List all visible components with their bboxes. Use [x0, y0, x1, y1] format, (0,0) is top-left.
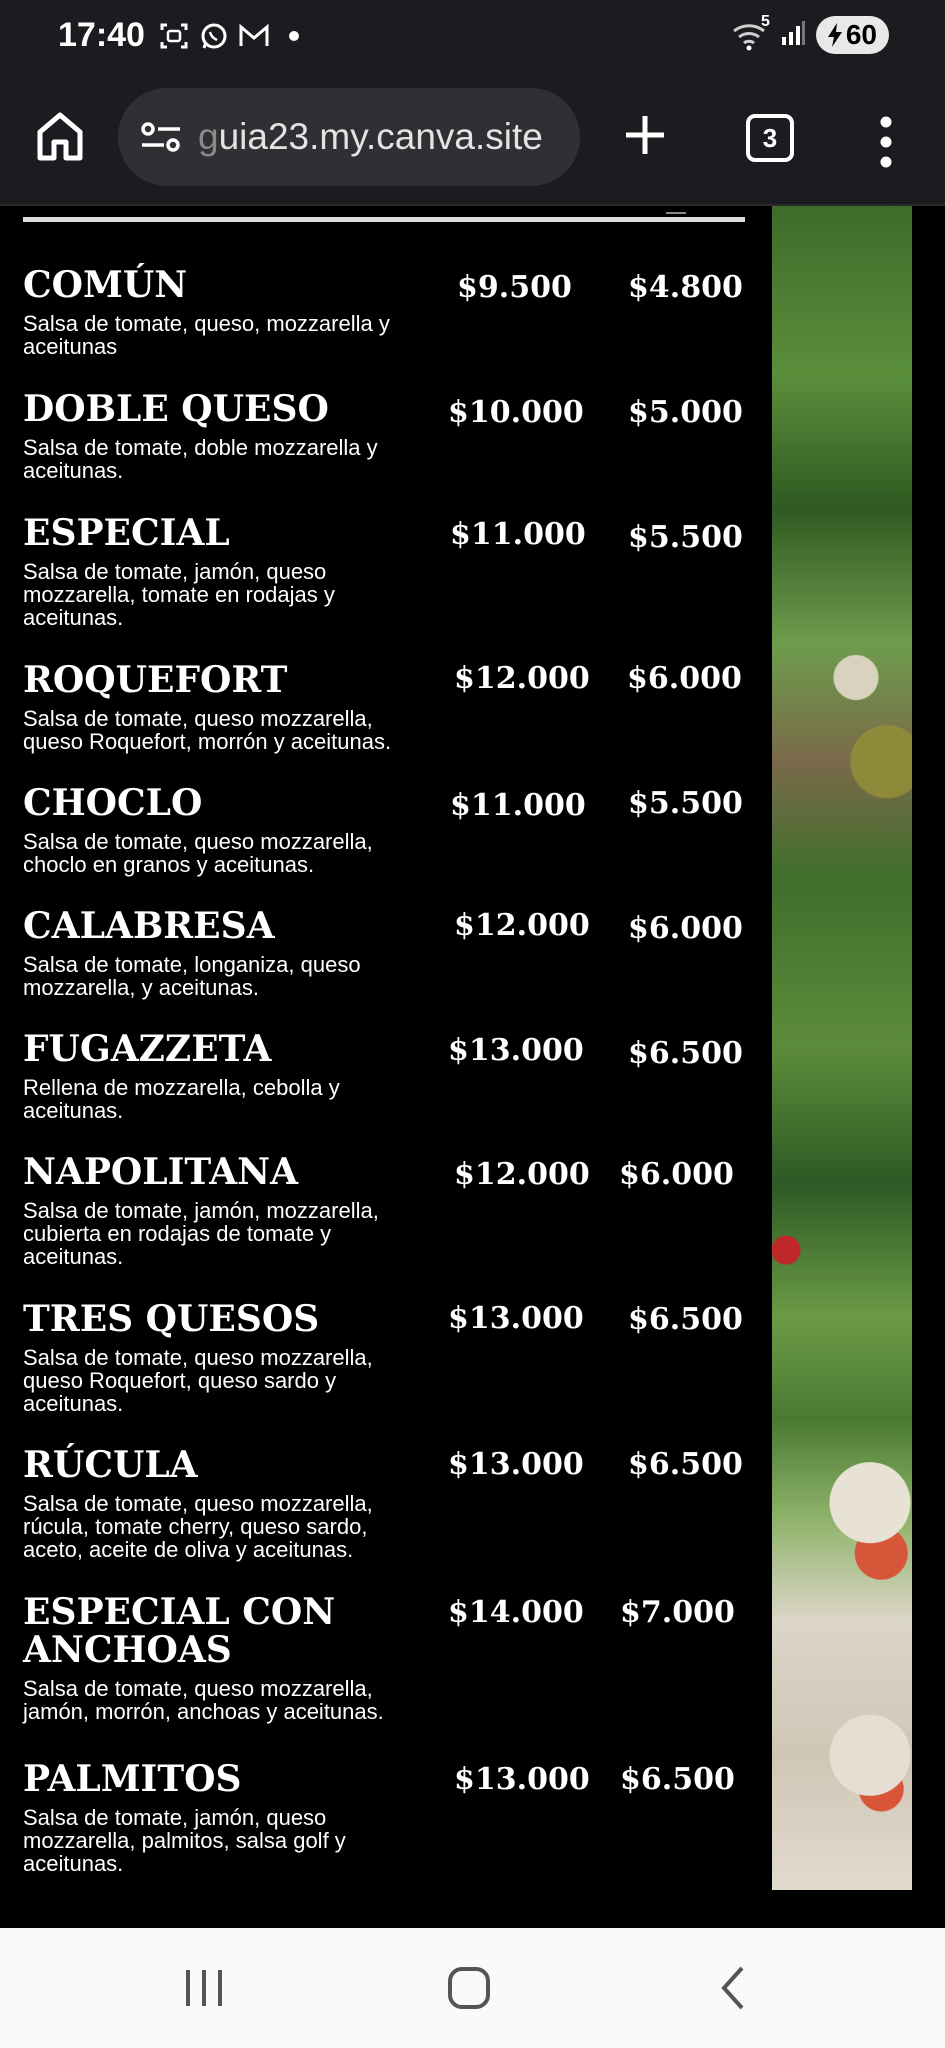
item-price-half: $7.000 — [620, 1595, 735, 1630]
menu-item: ESPECIAL Salsa de tomate, jamón, queso m… — [23, 514, 763, 629]
pizza-photo — [772, 206, 912, 1890]
whatsapp-icon — [198, 20, 230, 52]
battery-indicator: 60 — [815, 16, 889, 54]
url-fade: g — [198, 116, 219, 157]
item-price-half: $6.500 — [628, 1447, 743, 1482]
gmail-icon — [238, 20, 270, 52]
item-name: DOBLE QUESO — [23, 388, 329, 430]
item-price-half: $6.000 — [627, 661, 742, 696]
header-rule — [23, 217, 745, 222]
home-button[interactable] — [36, 110, 84, 166]
system-status: 5 60 — [732, 13, 889, 54]
menu-item: CHOCLO Salsa de tomate, queso mozzarella… — [23, 784, 763, 876]
item-price-half: $6.500 — [628, 1036, 743, 1071]
notification-icons — [158, 20, 310, 52]
item-description: Salsa de tomate, queso mozzarella, queso… — [23, 706, 392, 754]
item-price-full: $12.000 — [454, 908, 590, 943]
android-nav-bar — [0, 1928, 945, 2048]
item-name: COMÚN — [23, 264, 188, 306]
menu-item: ESPECIAL CON ANCHOAS Salsa de tomate, qu… — [23, 1593, 763, 1723]
tab-switcher-button[interactable]: 3 — [746, 114, 794, 162]
item-price-full: $11.000 — [450, 517, 586, 552]
home-icon — [448, 1967, 490, 2009]
battery-level: 60 — [845, 19, 877, 50]
menu-item: RÚCULA Salsa de tomate, queso mozzarella… — [23, 1446, 763, 1561]
item-name: CALABRESA — [23, 905, 275, 947]
header-rule-mark — [666, 206, 686, 214]
item-description: Salsa de tomate, queso mozzarella, jamón… — [23, 1676, 384, 1724]
menu-item: COMÚN Salsa de tomate, queso, mozzarella… — [23, 266, 763, 358]
address-bar[interactable]: guia23.my.canva.site — [118, 88, 580, 186]
item-price-half: $6.000 — [619, 1157, 734, 1192]
recents-icon — [186, 1970, 222, 2006]
signal-icon — [780, 19, 806, 52]
item-name: RÚCULA — [23, 1444, 198, 1486]
back-button[interactable] — [716, 1964, 750, 2017]
item-name: ESPECIAL — [23, 512, 230, 554]
item-price-half: $6.500 — [620, 1762, 735, 1797]
plus-icon — [626, 116, 664, 154]
item-name: ESPECIAL CON ANCHOAS — [23, 1591, 336, 1671]
menu-item: ROQUEFORT Salsa de tomate, queso mozzare… — [23, 661, 763, 753]
dot-icon — [278, 20, 310, 52]
item-price-full: $13.000 — [448, 1447, 584, 1482]
item-description: Salsa de tomate, queso mozzarella, queso… — [23, 1345, 373, 1416]
menu-item: PALMITOS Salsa de tomate, jamón, queso m… — [23, 1760, 763, 1875]
item-price-full: $12.000 — [454, 661, 590, 696]
item-price-full: $11.000 — [450, 788, 586, 823]
pizza-menu: COMÚN Salsa de tomate, queso, mozzarella… — [0, 206, 945, 1928]
home-nav-button[interactable] — [446, 1964, 492, 2017]
item-name: FUGAZZETA — [23, 1028, 272, 1070]
browser-toolbar: guia23.my.canva.site 3 — [0, 76, 945, 206]
item-price-half: $4.800 — [628, 270, 743, 305]
item-price-full: $13.000 — [448, 1301, 584, 1336]
charging-icon — [827, 23, 842, 47]
more-vert-icon — [880, 116, 892, 168]
item-description: Salsa de tomate, queso mozzarella, chocl… — [23, 829, 373, 877]
status-time: 17:40 — [58, 16, 145, 54]
wifi-icon: 5 — [732, 13, 770, 51]
new-tab-button[interactable] — [620, 110, 670, 160]
item-name: PALMITOS — [23, 1758, 242, 1800]
item-description: Salsa de tomate, jamón, queso mozzarella… — [23, 1805, 346, 1876]
item-price-full: $10.000 — [448, 395, 584, 430]
item-price-full: $9.500 — [457, 270, 572, 305]
item-name: ROQUEFORT — [23, 659, 288, 701]
item-description: Salsa de tomate, doble mozzarella y acei… — [23, 435, 378, 483]
screenshot-icon — [158, 20, 190, 52]
item-description: Salsa de tomate, queso mozzarella, rúcul… — [23, 1491, 373, 1562]
item-price-full: $14.000 — [448, 1595, 584, 1630]
menu-item: NAPOLITANA Salsa de tomate, jamón, mozza… — [23, 1153, 763, 1268]
item-price-full: $12.000 — [454, 1157, 590, 1192]
recents-button[interactable] — [184, 1964, 224, 2017]
url: uia23.my.canva.site — [218, 116, 543, 157]
item-price-half: $5.500 — [628, 520, 743, 555]
back-icon — [721, 1966, 744, 2010]
item-description: Salsa de tomate, longaniza, queso mozzar… — [23, 952, 361, 1000]
item-price-full: $13.000 — [454, 1762, 590, 1797]
tab-count: 3 — [762, 122, 778, 153]
item-price-half: $5.500 — [628, 786, 743, 821]
menu-item: TRES QUESOS Salsa de tomate, queso mozza… — [23, 1300, 763, 1415]
item-name: CHOCLO — [23, 782, 203, 824]
item-price-full: $13.000 — [448, 1033, 584, 1068]
menu-item: CALABRESA Salsa de tomate, longaniza, qu… — [23, 907, 763, 999]
item-description: Salsa de tomate, queso, mozzarella y ace… — [23, 311, 390, 359]
home-icon — [37, 112, 83, 161]
url-text: guia23.my.canva.site — [198, 116, 543, 158]
item-price-half: $5.000 — [628, 395, 743, 430]
browser-menu-button[interactable] — [872, 112, 900, 172]
item-name: TRES QUESOS — [23, 1298, 320, 1340]
item-price-half: $6.000 — [628, 911, 743, 946]
menu-item: FUGAZZETA Rellena de mozzarella, cebolla… — [23, 1030, 763, 1122]
site-settings-icon[interactable] — [138, 114, 184, 160]
item-description: Salsa de tomate, jamón, queso mozzarella… — [23, 559, 335, 630]
item-price-half: $6.500 — [628, 1302, 743, 1337]
item-description: Rellena de mozzarella, cebolla y aceitun… — [23, 1075, 340, 1123]
wifi-label: 5 — [760, 13, 770, 30]
item-description: Salsa de tomate, jamón, mozzarella, cubi… — [23, 1198, 379, 1269]
status-bar: 17:40 5 60 — [0, 0, 945, 76]
item-name: NAPOLITANA — [23, 1151, 299, 1193]
menu-item: DOBLE QUESO Salsa de tomate, doble mozza… — [23, 390, 763, 482]
